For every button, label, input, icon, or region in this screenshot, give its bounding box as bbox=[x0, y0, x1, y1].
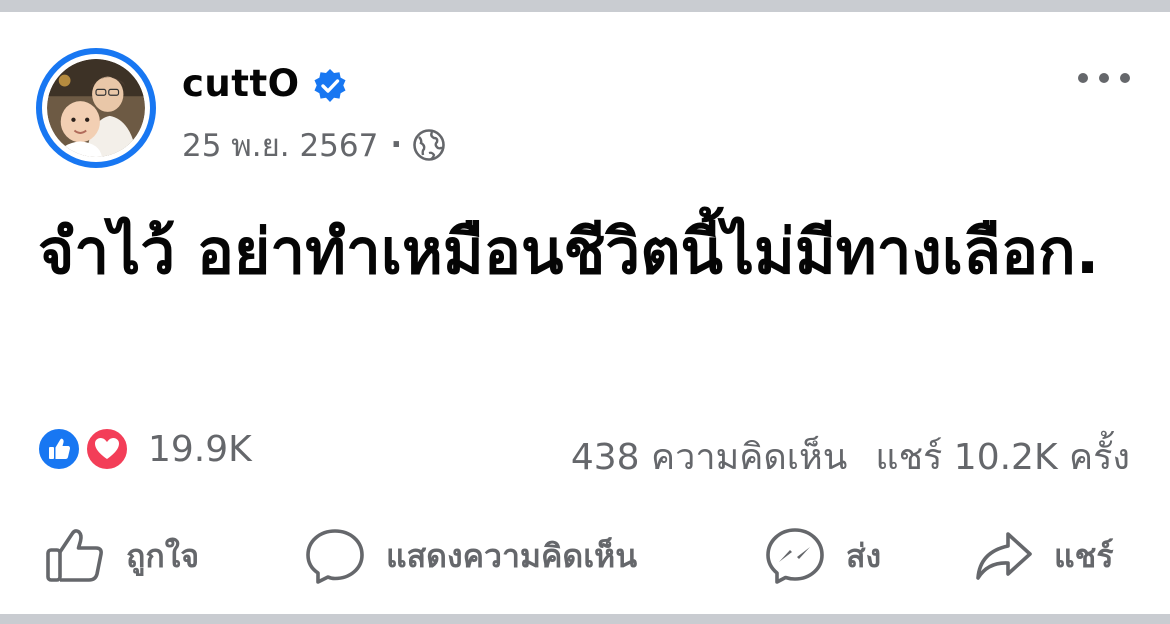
share-button[interactable]: แชร์ bbox=[972, 520, 1114, 592]
post-date[interactable]: 25 พ.ย. 2567 bbox=[182, 120, 378, 170]
verified-badge-icon bbox=[314, 69, 346, 102]
post-text: จำไว้ อย่าทำเหมือนชีวิตนี้ไม่มีทางเลือก. bbox=[38, 215, 1100, 288]
send-button[interactable]: ส่ง bbox=[764, 520, 881, 592]
reactions-summary[interactable]: 19.9K bbox=[36, 426, 252, 472]
reaction-count: 19.9K bbox=[148, 428, 252, 470]
comment-button[interactable]: แสดงความคิดเห็น bbox=[304, 520, 637, 592]
share-label: แชร์ bbox=[1054, 536, 1114, 575]
author-name[interactable]: cuttO bbox=[182, 62, 300, 105]
comment-count[interactable]: 438 ความคิดเห็น bbox=[571, 428, 848, 485]
send-label: ส่ง bbox=[846, 536, 882, 575]
share-count[interactable]: แชร์ 10.2K ครั้ง bbox=[875, 428, 1130, 485]
more-options-icon[interactable] bbox=[1078, 62, 1130, 94]
bottom-divider bbox=[0, 614, 1170, 624]
post-meta: 25 พ.ย. 2567 · bbox=[182, 120, 446, 170]
more-dot bbox=[1099, 73, 1109, 83]
reaction-icons bbox=[36, 426, 134, 472]
meta-separator: · bbox=[390, 127, 403, 163]
comment-bubble-icon bbox=[306, 529, 364, 584]
action-bar: ถูกใจ แสดงความคิดเห็น ส่ง แชร์ bbox=[0, 520, 1170, 592]
more-dot bbox=[1120, 73, 1130, 83]
like-label: ถูกใจ bbox=[126, 536, 200, 575]
share-arrow-icon bbox=[976, 532, 1032, 580]
engagement-stats: 438 ความคิดเห็น แชร์ 10.2K ครั้ง bbox=[571, 428, 1130, 485]
top-divider bbox=[0, 0, 1170, 12]
more-dot bbox=[1078, 73, 1088, 83]
avatar-photo bbox=[47, 59, 145, 157]
like-button[interactable]: ถูกใจ bbox=[44, 520, 199, 592]
thumbs-up-icon bbox=[46, 529, 103, 582]
messenger-icon bbox=[766, 528, 824, 584]
love-reaction-icon bbox=[84, 426, 130, 472]
comment-label: แสดงความคิดเห็น bbox=[386, 536, 638, 575]
like-reaction-icon bbox=[36, 426, 82, 472]
author-avatar[interactable] bbox=[36, 48, 156, 168]
globe-icon[interactable] bbox=[412, 128, 446, 162]
